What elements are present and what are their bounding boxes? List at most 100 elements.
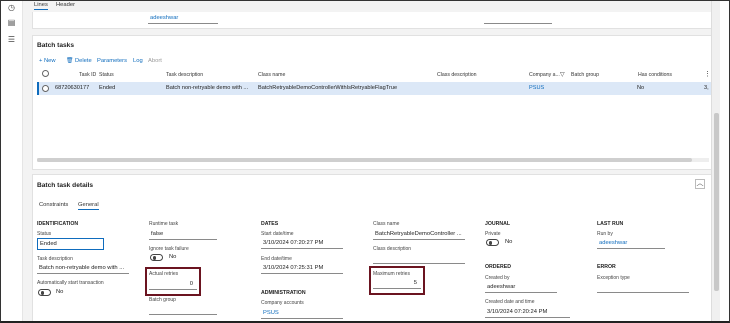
batch-task-details-title: Batch task details — [37, 182, 94, 189]
delete-label: Delete — [74, 58, 92, 64]
runtime-task-value: false — [151, 231, 164, 237]
batch-group-field[interactable] — [149, 304, 217, 315]
created-datetime-value: 3/10/2024 07:20:24 PM — [487, 309, 548, 315]
company-accounts-value[interactable]: PSUS — [263, 310, 279, 316]
cell-task-description: Batch non-retryable demo with ... — [166, 85, 249, 91]
cell-class-name: BatchRetryableDemoControllerWithIsRetrya… — [258, 85, 398, 91]
end-datetime-value: 3/10/2024 07:25:31 PM — [263, 265, 324, 271]
maximum-retries-label: Maximum retries — [373, 271, 410, 277]
page-vertical-scrollbar[interactable] — [711, 1, 720, 321]
journal-header: JOURNAL — [485, 221, 511, 227]
runtime-task-field[interactable]: false — [149, 229, 217, 240]
created-by-label: Created by — [485, 275, 510, 281]
run-by-value[interactable]: adeeshwar — [599, 240, 627, 246]
col-task-id[interactable]: Task ID — [79, 72, 96, 78]
run-by-label: Run by — [597, 231, 613, 237]
status-label: Status — [37, 231, 52, 237]
private-value: No — [505, 239, 513, 245]
cell-overflow: 3, — [704, 85, 709, 91]
created-by-field[interactable]: adeeshwar — [485, 282, 557, 293]
created-datetime-field[interactable]: 3/10/2024 07:20:24 PM — [485, 307, 570, 318]
runtime-task-label: Runtime task — [149, 221, 179, 227]
workspace-icon[interactable]: ▤ — [7, 18, 16, 27]
maximum-retries-field[interactable]: 5 — [373, 278, 421, 289]
list-icon[interactable]: ☰ — [7, 35, 16, 44]
top-user-field[interactable]: adeeshwar — [148, 13, 218, 24]
tab-header[interactable]: Header — [56, 2, 75, 8]
error-header: ERROR — [597, 264, 616, 270]
class-description-field[interactable] — [373, 253, 465, 264]
task-description-label: Task description — [37, 256, 73, 262]
abort-button[interactable]: Abort — [148, 58, 162, 64]
exception-type-field[interactable] — [597, 282, 689, 293]
administration-header: ADMINISTRATION — [261, 290, 306, 296]
tab-lines[interactable]: Lines — [34, 2, 48, 10]
filter-icon[interactable]: ▽ — [560, 71, 565, 78]
col-batch-group[interactable]: Batch group — [571, 72, 599, 78]
upper-card: adeeshwar — [32, 12, 712, 29]
batch-tasks-title: Batch tasks — [37, 42, 75, 49]
run-by-field[interactable]: adeeshwar — [597, 238, 665, 249]
company-accounts-label: Company accounts — [261, 300, 304, 306]
actual-retries-label: Actual retries — [149, 271, 179, 277]
col-class-name[interactable]: Class name — [258, 72, 285, 78]
start-datetime-label: Start date/time — [261, 231, 294, 237]
more-columns-icon[interactable]: ⋮ — [704, 70, 711, 78]
parameters-button[interactable]: Parameters — [97, 58, 127, 64]
col-has-conditions[interactable]: Has conditions — [638, 72, 672, 78]
created-datetime-label: Created date and time — [485, 299, 535, 305]
created-by-value: adeeshwar — [487, 284, 516, 290]
col-task-description[interactable]: Task description — [166, 72, 203, 78]
batch-tasks-card: Batch tasks + New 🗑 Delete Parameters Lo… — [32, 35, 713, 170]
chevron-up-icon[interactable]: ︿ — [695, 179, 705, 189]
class-name-field[interactable]: BatchRetryableDemoController ... — [373, 229, 465, 240]
grid-scroll-thumb[interactable] — [37, 158, 692, 162]
class-name-value: BatchRetryableDemoController ... — [375, 231, 462, 237]
tab-constraints[interactable]: Constraints — [39, 202, 68, 208]
task-description-field[interactable]: Batch non-retryable demo with ... — [37, 263, 129, 274]
end-datetime-field[interactable]: 3/10/2024 07:25:31 PM — [261, 263, 343, 274]
top-user-value: adeeshwar — [150, 15, 179, 21]
status-field[interactable]: Ended — [37, 238, 104, 250]
cell-has-conditions: No — [637, 85, 645, 91]
delete-button[interactable]: 🗑 Delete — [66, 58, 92, 64]
clock-icon[interactable]: ◷ — [7, 3, 16, 12]
auto-start-label: Automatically start transaction — [37, 280, 104, 286]
actual-retries-value: 0 — [189, 281, 193, 287]
cell-company[interactable]: PSUS — [529, 85, 544, 91]
start-datetime-field[interactable]: 3/10/2024 07:20:27 PM — [261, 238, 343, 249]
ignore-failure-label: Ignore task failure — [149, 246, 189, 252]
identification-header: IDENTIFICATION — [37, 221, 79, 227]
last-run-header: LAST RUN — [597, 221, 624, 227]
company-accounts-field[interactable]: PSUS — [261, 308, 343, 319]
class-description-label: Class description — [373, 246, 412, 252]
cell-status: Ended — [99, 85, 116, 91]
left-nav-rail: ◷ ▤ ☰ — [1, 1, 23, 321]
exception-type-label: Exception type — [597, 275, 630, 281]
new-button[interactable]: + New — [39, 58, 56, 64]
ignore-failure-toggle[interactable] — [150, 254, 163, 261]
batch-group-label: Batch group — [149, 297, 176, 303]
tab-general[interactable]: General — [78, 202, 99, 210]
end-datetime-label: End date/time — [261, 256, 292, 262]
ignore-failure-value: No — [169, 254, 177, 260]
row-select-radio[interactable] — [42, 84, 49, 92]
log-button[interactable]: Log — [133, 58, 143, 64]
top-right-field[interactable] — [484, 13, 552, 24]
select-all-radio[interactable] — [42, 70, 49, 77]
cell-task-id: 68720630177 — [55, 85, 90, 91]
private-toggle[interactable] — [486, 239, 499, 246]
maximum-retries-value: 5 — [413, 280, 417, 286]
batch-task-details-card: Batch task details ︿ Constraints General… — [32, 174, 712, 321]
actual-retries-field[interactable]: 0 — [149, 279, 197, 290]
grid-horizontal-scrollbar[interactable] — [37, 158, 709, 162]
col-class-description[interactable]: Class description — [437, 72, 477, 78]
auto-start-value: No — [56, 289, 64, 295]
auto-start-toggle[interactable] — [38, 289, 51, 296]
table-row[interactable]: 68720630177 Ended Batch non-retryable de… — [37, 82, 713, 95]
col-status[interactable]: Status — [99, 72, 114, 78]
trash-icon: 🗑 — [66, 58, 75, 64]
page-scroll-thumb[interactable] — [714, 113, 719, 291]
main-content: Lines Header adeeshwar Batch tasks + New… — [23, 1, 720, 321]
col-company[interactable]: Company a... — [529, 72, 560, 78]
